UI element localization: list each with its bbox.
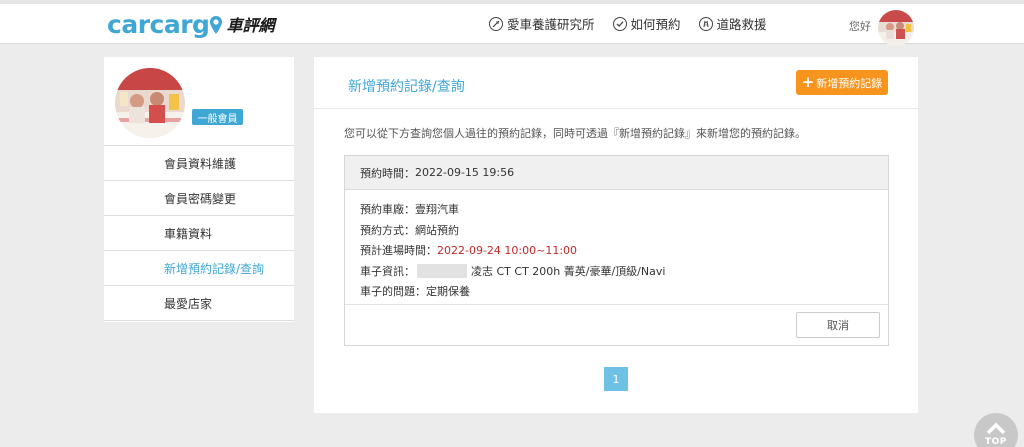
booking-issue-row: 車子的問題：定期保養 [360,282,873,303]
logo-chinese: 車評網 [226,16,275,35]
booking-time-value: 2022-09-15 19:56 [415,166,515,179]
booking-card: 預約時間： 2022-09-15 19:56 預約車廠：壹翔汽車 預約方式：網站… [344,155,889,346]
booking-actions: 取消 [345,305,888,345]
method-value: 網站預約 [415,223,459,237]
cancel-booking-button[interactable]: 取消 [796,312,880,338]
page-title: 新增預約記錄/查詢 [348,79,465,95]
member-sidebar: 一般會員 會員資料維護 會員密碼變更 車籍資料 新增預約記錄/查詢 最愛店家 [104,57,294,322]
nav-how-to-book[interactable]: 如何預約 [612,14,681,33]
logo-text: carcarg [107,9,210,39]
member-level-badge: 一般會員 [192,109,243,125]
booking-method-row: 預約方式：網站預約 [360,221,873,242]
pagination-page-1[interactable]: 1 [604,367,628,391]
page-description: 您可以從下方查詢您個人過往的預約記錄，同時可透過『新增預約記錄』來新增您的預約記… [344,127,806,140]
back-to-top-label: TOP [985,437,1007,447]
booking-arrival-row: 預計進場時間：2022-09-24 10:00~11:00 [360,241,873,262]
road-circle-icon [698,16,713,31]
chevron-up-icon [986,422,1006,435]
nav-road-rescue[interactable]: 道路救援 [698,14,767,33]
issue-label: 車子的問題： [360,285,426,298]
nav-label: 道路救援 [716,17,767,32]
add-booking-button[interactable]: + 新增預約記錄 [796,70,888,95]
nav-car-care[interactable]: 愛車養護研究所 [489,14,595,33]
booking-car-row: 車子資訊： 凌志 CT CT 200h 菁英/豪華/頂級/Navi [360,262,873,283]
sidebar-item-password[interactable]: 會員密碼變更 [104,181,294,216]
booking-time-label: 預約時間： [360,166,415,180]
issue-value: 定期保養 [426,285,470,298]
nav-label: 愛車養護研究所 [507,17,595,32]
main-panel: 新增預約記錄/查詢 + 新增預約記錄 您可以從下方查詢您個人過往的預約記錄，同時… [314,57,918,413]
nav-label: 如何預約 [630,17,681,32]
profile-avatar [115,68,185,138]
panel-header: 新增預約記錄/查詢 + 新增預約記錄 [314,57,918,109]
shop-label: 預約車廠： [360,203,415,216]
sidebar-item-profile[interactable]: 會員資料維護 [104,146,294,181]
back-to-top-button[interactable]: TOP [974,413,1018,447]
sidebar-item-favorites[interactable]: 最愛店家 [104,286,294,321]
site-logo[interactable]: carcarg 車評網 [107,9,275,39]
sidebar-item-bookings[interactable]: 新增預約記錄/查詢 [104,251,294,286]
map-pin-icon [210,16,223,34]
add-booking-label: 新增預約記錄 [816,76,883,90]
site-header: carcarg 車評網 愛車養護研究所 如何預約 道路救援 您好 [0,4,1024,46]
booking-time-row: 預約時間： 2022-09-15 19:56 [345,156,888,190]
main-nav: 愛車養護研究所 如何預約 道路救援 [489,14,767,33]
wrench-circle-icon [489,16,503,31]
shop-value: 壹翔汽車 [415,203,459,216]
check-circle-icon [612,16,627,31]
profile-block: 一般會員 [104,57,294,146]
arrival-label: 預計進場時間： [360,244,437,257]
method-label: 預約方式： [360,223,415,237]
booking-details: 預約車廠：壹翔汽車 預約方式：網站預約 預計進場時間：2022-09-24 10… [345,190,888,305]
redacted-plate [417,263,467,278]
car-label: 車子資訊： [360,264,415,278]
arrival-value: 2022-09-24 10:00~11:00 [437,244,578,257]
car-value: 凌志 CT CT 200h 菁英/豪華/頂級/Navi [471,264,666,278]
greeting-text: 您好 [849,20,871,33]
booking-shop-row: 預約車廠：壹翔汽車 [360,200,873,221]
user-avatar[interactable] [878,10,914,46]
sidebar-item-vehicles[interactable]: 車籍資料 [104,216,294,251]
plus-icon: + [801,73,815,91]
